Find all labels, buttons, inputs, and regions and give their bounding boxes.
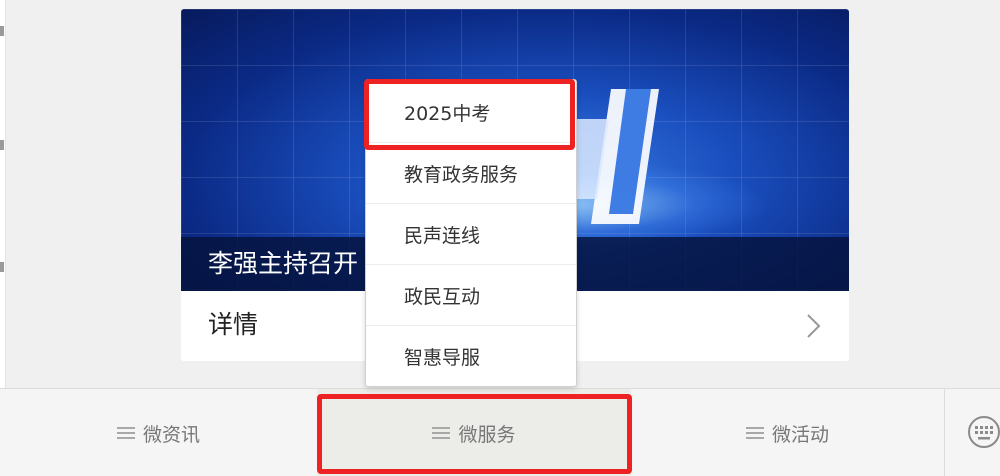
submenu-item-2025-exam[interactable]: 2025中考 [366, 82, 576, 143]
menu-lines-icon [745, 427, 764, 439]
news-headline: 李强主持召开 [208, 249, 359, 278]
left-page-edge [0, 0, 6, 388]
submenu-item-smart-guide[interactable]: 智惠导服 [366, 326, 576, 387]
chevron-right-icon [807, 314, 821, 338]
menu-micro-service[interactable]: 微服务 [317, 389, 631, 476]
menu-divider [944, 389, 945, 476]
menu-lines-icon [116, 427, 135, 439]
menu-lines-icon [432, 427, 451, 439]
menu-micro-activity-label: 微活动 [771, 423, 829, 446]
submenu-item-gov-interaction[interactable]: 政民互动 [366, 265, 576, 326]
menu-micro-service-label: 微服务 [458, 423, 516, 446]
submenu-item-education-services[interactable]: 教育政务服务 [366, 143, 576, 204]
menu-micro-activity[interactable]: 微活动 [631, 389, 944, 476]
submenu-item-public-hotline[interactable]: 民声连线 [366, 204, 576, 265]
menu-micro-news[interactable]: 微资讯 [0, 389, 317, 476]
details-label: 详情 [208, 310, 259, 339]
menu-micro-news-label: 微资讯 [142, 423, 200, 446]
wechat-official-account-page: 李强主持召开 详情 微资讯 微服务 微活动 2025中考 教育政务服务 民声连线… [0, 0, 1000, 476]
bottom-menu-bar: 微资讯 微服务 微活动 [0, 388, 1000, 476]
keyboard-icon[interactable] [966, 414, 1000, 450]
service-submenu: 2025中考 教育政务服务 民声连线 政民互动 智惠导服 [365, 79, 577, 387]
